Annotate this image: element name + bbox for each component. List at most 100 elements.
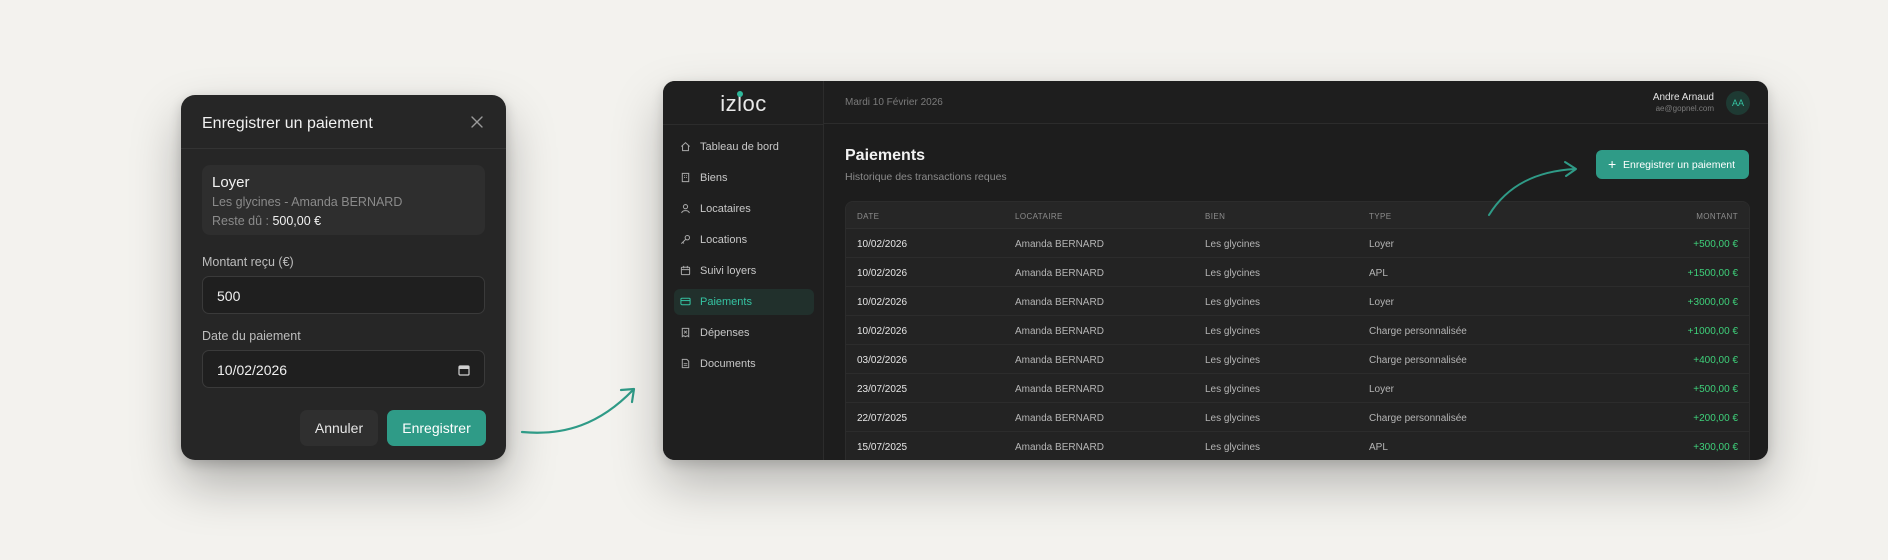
calendar-icon[interactable]: [458, 363, 470, 376]
save-button[interactable]: Enregistrer: [387, 410, 486, 446]
cell-tenant: Amanda BERNARD: [1015, 413, 1104, 424]
key-icon: [681, 234, 691, 244]
cell-date: 10/02/2026: [857, 326, 908, 337]
curved-arrow-icon: [1488, 161, 1577, 216]
user-email: ae@gopnel.com: [1655, 104, 1714, 113]
summary-type: Loyer: [212, 174, 250, 191]
date-label: Date du paiement: [202, 329, 301, 343]
cell-amount: +1500,00 €: [1687, 268, 1738, 279]
cell-amount: +500,00 €: [1693, 384, 1738, 395]
cell-tenant: Amanda BERNARD: [1015, 268, 1104, 279]
column-header-date[interactable]: DATE: [857, 212, 879, 221]
table-row[interactable]: 23/07/2025 Amanda BERNARD Les glycines L…: [846, 374, 1749, 403]
cell-amount: +1000,00 €: [1687, 326, 1738, 337]
modal-title: Enregistrer un paiement: [202, 115, 373, 132]
amount-field[interactable]: 500: [202, 276, 485, 314]
sidebar-item-label: Biens: [700, 172, 728, 184]
amount-value: 500: [217, 288, 241, 304]
cell-tenant: Amanda BERNARD: [1015, 384, 1104, 395]
cell-amount: +200,00 €: [1693, 413, 1738, 424]
table-row[interactable]: 10/02/2026 Amanda BERNARD Les glycines C…: [846, 316, 1749, 345]
sidebar-item-suivi-loyers[interactable]: Suivi loyers: [674, 258, 814, 284]
app-window: izloc Tableau de bord Biens Locataires L…: [663, 81, 1768, 460]
table-row[interactable]: 10/02/2026 Amanda BERNARD Les glycines L…: [846, 287, 1749, 316]
cell-property: Les glycines: [1205, 355, 1261, 366]
cell-property: Les glycines: [1205, 268, 1261, 279]
sidebar: izloc Tableau de bord Biens Locataires L…: [663, 81, 824, 460]
sidebar-item-documents[interactable]: Documents: [674, 351, 814, 377]
column-header-bien[interactable]: BIEN: [1205, 212, 1225, 221]
add-payment-button[interactable]: + Enregistrer un paiement: [1596, 150, 1749, 179]
column-header-locataire[interactable]: LOCATAIRE: [1015, 212, 1063, 221]
building-icon: [681, 172, 690, 183]
cell-tenant: Amanda BERNARD: [1015, 297, 1104, 308]
receipt-icon: [681, 327, 690, 338]
payment-summary: Loyer Les glycines - Amanda BERNARD Rest…: [202, 165, 485, 235]
curved-arrow-icon: [520, 387, 636, 434]
sidebar-item-label: Suivi loyers: [700, 265, 757, 277]
due-label: Reste dû :: [212, 214, 273, 228]
calendar-icon: [680, 265, 691, 276]
sidebar-item-label: Locataires: [700, 203, 751, 215]
cell-type: Loyer: [1369, 239, 1395, 250]
sidebar-item-paiements[interactable]: Paiements: [674, 289, 814, 315]
cell-amount: +300,00 €: [1693, 442, 1738, 453]
cell-date: 10/02/2026: [857, 268, 908, 279]
cell-tenant: Amanda BERNARD: [1015, 326, 1104, 337]
cell-amount: +3000,00 €: [1687, 297, 1738, 308]
sidebar-divider: [663, 124, 823, 125]
table-row[interactable]: 15/07/2025 Amanda BERNARD Les glycines A…: [846, 432, 1749, 460]
cell-date: 15/07/2025: [857, 442, 908, 453]
cell-property: Les glycines: [1205, 413, 1261, 424]
table-header: DATE LOCATAIRE BIEN TYPE MONTANT: [846, 202, 1749, 229]
cell-type: Charge personnalisée: [1369, 326, 1467, 337]
sidebar-item-label: Paiements: [700, 296, 752, 308]
table-row[interactable]: 22/07/2025 Amanda BERNARD Les glycines C…: [846, 403, 1749, 432]
cell-type: Charge personnalisée: [1369, 355, 1467, 366]
cell-amount: +500,00 €: [1693, 239, 1738, 250]
sidebar-item-depenses[interactable]: Dépenses: [674, 320, 814, 346]
cell-type: Charge personnalisée: [1369, 413, 1467, 424]
cell-amount: +400,00 €: [1693, 355, 1738, 366]
card-icon: [680, 297, 691, 306]
sidebar-item-locataires[interactable]: Locataires: [674, 196, 814, 222]
table-row[interactable]: 10/02/2026 Amanda BERNARD Les glycines A…: [846, 258, 1749, 287]
table-row[interactable]: 03/02/2026 Amanda BERNARD Les glycines C…: [846, 345, 1749, 374]
cell-date: 10/02/2026: [857, 239, 908, 250]
cell-property: Les glycines: [1205, 326, 1261, 337]
home-icon: [681, 141, 690, 152]
cell-property: Les glycines: [1205, 297, 1261, 308]
table-row[interactable]: 10/02/2026 Amanda BERNARD Les glycines L…: [846, 229, 1749, 258]
column-header-montant[interactable]: MONTANT: [1696, 212, 1738, 221]
logo: izloc: [720, 91, 767, 116]
sidebar-item-label: Dépenses: [700, 327, 750, 339]
sidebar-item-label: Locations: [700, 234, 748, 246]
cell-type: APL: [1369, 268, 1388, 279]
avatar[interactable]: AA: [1726, 91, 1750, 115]
add-payment-label: Enregistrer un paiement: [1623, 159, 1736, 171]
sidebar-item-label: Documents: [700, 358, 756, 370]
cancel-button[interactable]: Annuler: [300, 410, 378, 446]
cell-date: 03/02/2026: [857, 355, 908, 366]
cell-property: Les glycines: [1205, 384, 1261, 395]
column-header-type[interactable]: TYPE: [1369, 212, 1392, 221]
topbar: Mardi 10 Février 2026 Andre Arnaud ae@go…: [824, 81, 1768, 124]
current-date: Mardi 10 Février 2026: [845, 97, 943, 108]
amount-label: Montant reçu (€): [202, 255, 294, 269]
cell-date: 10/02/2026: [857, 297, 908, 308]
sidebar-item-label: Tableau de bord: [700, 141, 779, 153]
date-field[interactable]: 10/02/2026: [202, 350, 485, 388]
sidebar-item-locations[interactable]: Locations: [674, 227, 814, 253]
cell-type: APL: [1369, 442, 1388, 453]
cell-type: Loyer: [1369, 384, 1395, 395]
logo-dot: [737, 91, 743, 97]
sidebar-item-tableau-de-bord[interactable]: Tableau de bord: [674, 134, 814, 160]
cell-date: 23/07/2025: [857, 384, 908, 395]
cell-property: Les glycines: [1205, 442, 1261, 453]
cell-tenant: Amanda BERNARD: [1015, 355, 1104, 366]
close-icon[interactable]: [470, 115, 484, 129]
page-subtitle: Historique des transactions reques: [845, 171, 1007, 183]
sidebar-item-biens[interactable]: Biens: [674, 165, 814, 191]
cell-property: Les glycines: [1205, 239, 1261, 250]
cell-tenant: Amanda BERNARD: [1015, 239, 1104, 250]
